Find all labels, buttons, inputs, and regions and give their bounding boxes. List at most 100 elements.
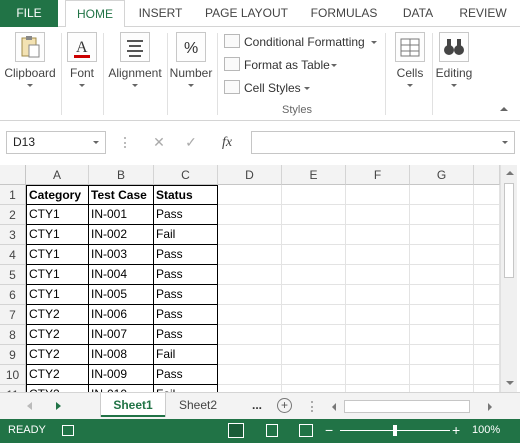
cell-g9[interactable] — [410, 345, 474, 365]
cell-b11[interactable]: IN-010 — [89, 385, 154, 392]
cell-e3[interactable] — [282, 225, 346, 245]
row-header-3[interactable]: 3 — [0, 225, 26, 245]
prev-sheet-icon[interactable] — [27, 402, 32, 410]
format-as-table-button[interactable]: Format as Table — [224, 55, 342, 75]
cell-filler[interactable] — [474, 225, 500, 245]
column-header-c[interactable]: C — [154, 165, 218, 185]
row-header-4[interactable]: 4 — [0, 245, 26, 265]
number-group[interactable]: % Number — [168, 27, 214, 121]
cell-e6[interactable] — [282, 285, 346, 305]
cell-g10[interactable] — [410, 365, 474, 385]
cell-c3[interactable]: Fail — [154, 225, 218, 245]
cell-filler[interactable] — [474, 245, 500, 265]
add-sheet-icon[interactable]: + — [277, 398, 292, 413]
cell-b1[interactable]: Test Case — [89, 185, 154, 205]
cell-f2[interactable] — [346, 205, 410, 225]
cell-c7[interactable]: Pass — [154, 305, 218, 325]
cell-c2[interactable]: Pass — [154, 205, 218, 225]
cell-e7[interactable] — [282, 305, 346, 325]
cell-c4[interactable]: Pass — [154, 245, 218, 265]
next-sheet-icon[interactable] — [56, 402, 61, 410]
cell-e5[interactable] — [282, 265, 346, 285]
cell-f9[interactable] — [346, 345, 410, 365]
cell-b4[interactable]: IN-003 — [89, 245, 154, 265]
cell-filler[interactable] — [474, 365, 500, 385]
cell-filler[interactable] — [474, 325, 500, 345]
column-header-e[interactable]: E — [282, 165, 346, 185]
column-header-b[interactable]: B — [89, 165, 154, 185]
cell-a10[interactable]: CTY2 — [26, 365, 89, 385]
cell-a7[interactable]: CTY2 — [26, 305, 89, 325]
cells-group[interactable]: Cells — [388, 27, 432, 121]
cell-filler[interactable] — [474, 265, 500, 285]
cell-d6[interactable] — [218, 285, 282, 305]
cell-c10[interactable]: Pass — [154, 365, 218, 385]
scroll-thumb[interactable] — [504, 183, 514, 278]
cell-filler[interactable] — [474, 385, 500, 392]
column-header-f[interactable]: F — [346, 165, 410, 185]
cell-f10[interactable] — [346, 365, 410, 385]
cell-a4[interactable]: CTY1 — [26, 245, 89, 265]
tab-formulas[interactable]: FORMULAS — [305, 0, 383, 27]
tab-split-grip-icon[interactable] — [311, 401, 315, 412]
zoom-slider-thumb[interactable] — [393, 425, 397, 436]
row-header-10[interactable]: 10 — [0, 365, 26, 385]
cell-f1[interactable] — [346, 185, 410, 205]
tab-insert[interactable]: INSERT — [133, 0, 188, 27]
row-header-7[interactable]: 7 — [0, 305, 26, 325]
cell-b7[interactable]: IN-006 — [89, 305, 154, 325]
scroll-right-icon[interactable] — [488, 403, 492, 411]
cell-a6[interactable]: CTY1 — [26, 285, 89, 305]
cancel-icon[interactable]: ✕ — [147, 131, 171, 154]
cell-g7[interactable] — [410, 305, 474, 325]
row-header-5[interactable]: 5 — [0, 265, 26, 285]
tab-file[interactable]: FILE — [0, 0, 58, 27]
cell-f7[interactable] — [346, 305, 410, 325]
zoom-level[interactable]: 100% — [472, 424, 500, 436]
tab-page-layout[interactable]: PAGE LAYOUT — [198, 0, 295, 27]
cell-g4[interactable] — [410, 245, 474, 265]
cell-d4[interactable] — [218, 245, 282, 265]
enter-icon[interactable]: ✓ — [179, 131, 203, 154]
cell-g11[interactable] — [410, 385, 474, 392]
tab-home[interactable]: HOME — [65, 0, 125, 28]
scroll-up-icon[interactable] — [506, 171, 514, 175]
cell-g5[interactable] — [410, 265, 474, 285]
cell-d5[interactable] — [218, 265, 282, 285]
cell-b8[interactable]: IN-007 — [89, 325, 154, 345]
cell-b2[interactable]: IN-001 — [89, 205, 154, 225]
horizontal-scrollbar[interactable] — [330, 400, 498, 413]
cell-e8[interactable] — [282, 325, 346, 345]
zoom-out-button[interactable]: − — [325, 422, 333, 438]
conditional-formatting-button[interactable]: Conditional Formatting — [224, 32, 378, 52]
cell-d7[interactable] — [218, 305, 282, 325]
cell-g1[interactable] — [410, 185, 474, 205]
cell-a11[interactable]: CTY2 — [26, 385, 89, 392]
sheet-tab-sheet2[interactable]: Sheet2 — [168, 393, 228, 417]
cell-c9[interactable]: Fail — [154, 345, 218, 365]
row-header-6[interactable]: 6 — [0, 285, 26, 305]
cell-d2[interactable] — [218, 205, 282, 225]
row-header-1[interactable]: 1 — [0, 185, 26, 205]
cell-d10[interactable] — [218, 365, 282, 385]
column-header-a[interactable]: A — [26, 165, 89, 185]
cell-filler[interactable] — [474, 205, 500, 225]
cell-e9[interactable] — [282, 345, 346, 365]
cell-b9[interactable]: IN-008 — [89, 345, 154, 365]
cell-a3[interactable]: CTY1 — [26, 225, 89, 245]
cell-a9[interactable]: CTY2 — [26, 345, 89, 365]
scroll-down-icon[interactable] — [506, 381, 514, 385]
column-header-d[interactable]: D — [218, 165, 282, 185]
cell-b3[interactable]: IN-002 — [89, 225, 154, 245]
zoom-in-button[interactable]: + — [452, 422, 460, 438]
editing-group[interactable]: Editing — [434, 27, 474, 121]
page-break-view-icon[interactable] — [299, 424, 313, 437]
cell-filler[interactable] — [474, 185, 500, 205]
cell-f8[interactable] — [346, 325, 410, 345]
row-header-11[interactable]: 11 — [0, 385, 26, 392]
cell-e10[interactable] — [282, 365, 346, 385]
cell-b10[interactable]: IN-009 — [89, 365, 154, 385]
cell-e4[interactable] — [282, 245, 346, 265]
column-header-g[interactable]: G — [410, 165, 474, 185]
cell-c6[interactable]: Pass — [154, 285, 218, 305]
